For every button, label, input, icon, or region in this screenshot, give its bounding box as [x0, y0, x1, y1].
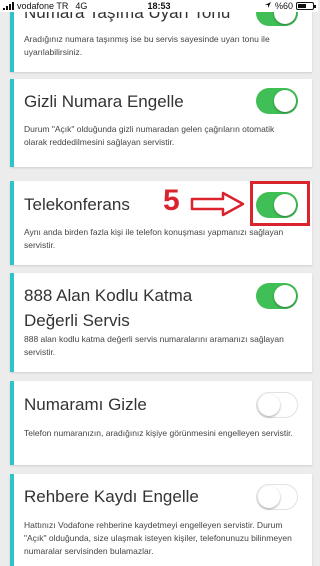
- service-card-block-directory-listing: Rehbere Kaydı Engelle Hattınızı Vodafone…: [10, 474, 312, 566]
- battery-label: %60: [274, 1, 293, 11]
- location-icon: [264, 0, 272, 12]
- service-card-888-value-added: 888 Alan Kodlu Katma Değerli Servis 888 …: [10, 273, 312, 372]
- service-card-block-hidden-number: Gizli Numara Engelle Durum "Açık" olduğu…: [10, 79, 312, 167]
- status-right: %60: [264, 0, 316, 12]
- status-bar: vodafone TR 4G 18:53 %60: [0, 0, 318, 12]
- service-title: Rehbere Kaydı Engelle: [24, 487, 199, 506]
- service-description: Aynı anda birden fazla kişi ile telefon …: [24, 227, 284, 250]
- annotation-number: 5: [163, 184, 180, 217]
- service-title: Numaramı Gizle: [24, 395, 147, 414]
- service-card-hide-my-number: Numaramı Gizle Telefon numaranızın, arad…: [10, 381, 312, 465]
- annotation-highlight-box: [250, 181, 310, 226]
- service-toggle[interactable]: [256, 392, 298, 418]
- service-toggle[interactable]: [256, 484, 298, 510]
- service-title: 888 Alan Kodlu Katma Değerli Servis: [24, 286, 193, 330]
- service-description: Durum "Açık" olduğunda gizli numaradan g…: [24, 124, 275, 147]
- annotation-arrow-icon: [190, 191, 245, 217]
- toggle-knob: [258, 394, 280, 416]
- battery-icon: [296, 2, 316, 10]
- service-toggle[interactable]: [256, 283, 298, 309]
- service-description: Hattınızı Vodafone rehberine kaydetmeyi …: [24, 520, 292, 556]
- battery-fill: [298, 4, 307, 8]
- service-description: 888 alan kodlu katma değerli servis numa…: [24, 334, 284, 357]
- service-title: Gizli Numara Engelle: [24, 92, 184, 111]
- service-description: Telefon numaranızın, aradığınız kişiye g…: [24, 428, 293, 438]
- service-description: Aradığınız numara taşınmış ise bu servis…: [24, 34, 270, 57]
- toggle-knob: [258, 486, 280, 508]
- service-toggle[interactable]: [256, 88, 298, 114]
- toggle-knob: [274, 285, 296, 307]
- toggle-knob: [274, 90, 296, 112]
